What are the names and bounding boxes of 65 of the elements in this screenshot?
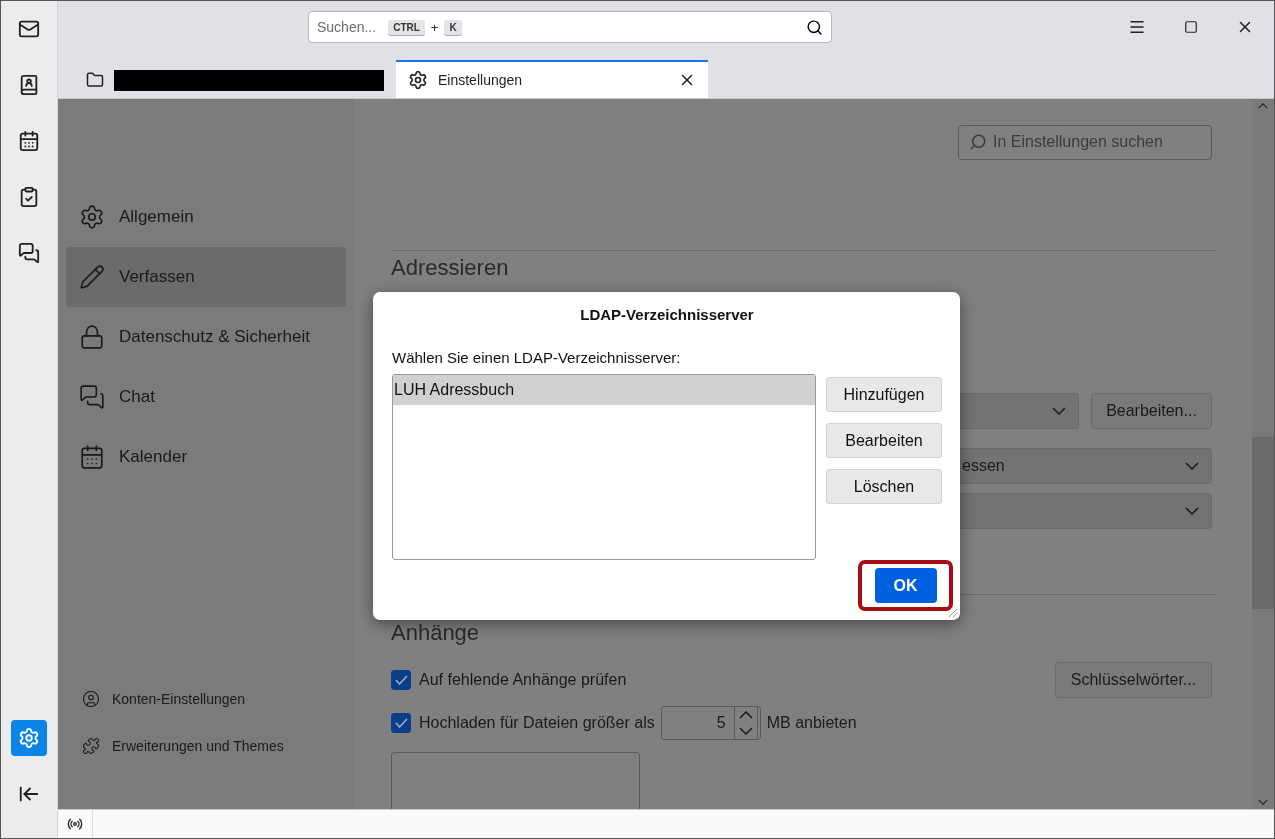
gear-icon [79, 204, 105, 230]
nav-item[interactable]: Allgemein [66, 187, 346, 247]
unit-label: MB anbieten [766, 713, 857, 732]
key-cap: CTRL [388, 19, 425, 35]
nav-item[interactable]: Verfassen [66, 247, 346, 307]
nav-item[interactable]: Kalender [66, 427, 346, 487]
dialog-title: LDAP-Verzeichnisserver [579, 306, 755, 323]
puzzle-icon [82, 736, 100, 755]
nav-item[interactable]: Datenschutz & Sicherheit [66, 307, 346, 367]
lock-icon [79, 324, 105, 350]
key-cap: K [444, 19, 462, 35]
dialog-button[interactable]: Löschen [826, 469, 942, 504]
scrollbar-thumb[interactable] [1252, 437, 1274, 609]
checkbox[interactable] [391, 712, 411, 733]
check-icon [394, 674, 408, 685]
clipboard-check-icon [18, 186, 40, 208]
number-field[interactable]: 5 [660, 705, 761, 740]
pencil-icon [79, 264, 105, 290]
chevron-down-icon [1185, 462, 1199, 471]
tab-label: Einstellungen [438, 72, 524, 88]
checkbox-label: Hochladen für Dateien größer als [419, 713, 655, 732]
section-heading: Adressieren [391, 255, 510, 282]
nav-link[interactable]: Konten-Einstellungen [66, 675, 346, 722]
spin-buttons[interactable] [733, 705, 758, 740]
gear-icon [408, 70, 428, 90]
search-placeholder: In Einstellungen suchen [993, 133, 1163, 152]
chevron-down-icon [1052, 407, 1066, 416]
maximize-icon[interactable] [1184, 20, 1198, 34]
search-field[interactable]: Suchen... CTRL + K [308, 11, 832, 43]
ok-button[interactable]: OK [874, 568, 937, 603]
nav-link[interactable]: Erweiterungen und Themes [66, 722, 346, 769]
chevron-down-icon [1185, 507, 1199, 516]
account-icon [82, 689, 100, 708]
tab[interactable]: Einstellungen [396, 60, 708, 98]
keywords-button[interactable]: Schlüsselwörter... [1055, 661, 1212, 698]
nav-item[interactable]: Chat [66, 367, 346, 427]
chat-icon [18, 242, 40, 264]
broadcast-icon [67, 816, 83, 832]
server-item[interactable]: LUH Adressbuch [393, 375, 815, 405]
calendar-icon [18, 130, 40, 152]
folder-icon [86, 71, 104, 89]
settings-search-field[interactable]: In Einstellungen suchen [958, 125, 1212, 160]
checkbox[interactable] [391, 669, 411, 690]
mail-icon [18, 18, 40, 40]
settings-icon [18, 727, 40, 749]
calendar-icon [79, 444, 105, 470]
chat-icon [79, 384, 105, 410]
search-placeholder: Suchen... [317, 19, 377, 35]
search-icon [806, 18, 823, 36]
plus-sign: + [430, 19, 439, 35]
checkbox-label: Auf fehlende Anhänge prüfen [419, 670, 627, 689]
scroll-up-icon [1258, 103, 1268, 109]
section-heading: Anhänge [391, 619, 481, 646]
scrollbar[interactable] [1252, 99, 1274, 809]
edit-button[interactable]: Bearbeiten... [1091, 393, 1212, 430]
search-icon [969, 133, 987, 152]
dialog-button[interactable]: Bearbeiten [826, 423, 942, 458]
resize-grip-icon[interactable] [946, 606, 958, 618]
scroll-down-icon [1258, 799, 1268, 805]
server-list[interactable]: LUH Adressbuch [392, 374, 816, 560]
check-icon [394, 717, 408, 728]
dialog-button[interactable]: Hinzufügen [826, 377, 942, 412]
menu-icon[interactable] [1128, 18, 1146, 36]
address-book-icon [18, 74, 40, 96]
dialog-label: Wählen Sie einen LDAP-Verzeichnisserver: [392, 349, 682, 366]
